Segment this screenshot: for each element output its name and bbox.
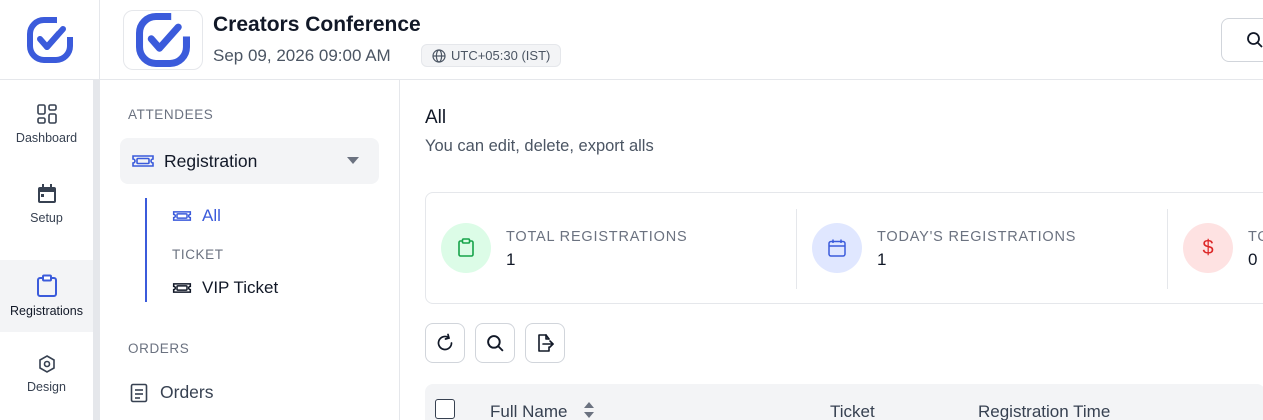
subnav-item-orders[interactable]: Orders: [130, 382, 213, 403]
event-logo: [123, 10, 203, 70]
tree-indicator: [145, 198, 147, 302]
app-rail: Dashboard Setup Registrations Design: [0, 0, 100, 420]
column-full-name[interactable]: Full Name: [490, 402, 567, 420]
subnav-item-vip-label: VIP Ticket: [202, 278, 279, 297]
clipboard-icon: [458, 238, 474, 257]
clipboard-icon: [36, 274, 57, 297]
design-icon: [38, 355, 55, 373]
registration-dropdown[interactable]: Registration: [120, 138, 379, 184]
stat-total-registrations: TOTAL REGISTRATIONS 1: [426, 193, 796, 303]
page-title: All: [425, 107, 447, 128]
rail-item-setup[interactable]: Setup: [0, 168, 93, 240]
stat-third: $ TO 0: [1168, 193, 1263, 303]
stat-total-label: TOTAL REGISTRATIONS: [506, 229, 688, 245]
page-subtitle: You can edit, delete, export alls: [425, 137, 654, 155]
search-button[interactable]: [475, 323, 515, 363]
event-title: Creators Conference: [213, 13, 421, 36]
globe-icon: [432, 48, 446, 63]
ticket-section-label: TICKET: [172, 247, 224, 262]
search-icon: [486, 334, 504, 352]
ticket-icon: [172, 211, 192, 221]
subnav-item-vip-ticket[interactable]: VIP Ticket: [172, 278, 278, 298]
stat-total-icon-wrap: [441, 223, 491, 273]
timezone-badge: UTC+05:30 (IST): [421, 44, 562, 67]
rail-label-design: Design: [27, 380, 66, 394]
stat-third-value: 0: [1248, 250, 1258, 269]
attendees-section-label: ATTENDEES: [128, 107, 214, 122]
main-content: All You can edit, delete, export alls TO…: [400, 80, 1263, 420]
sort-icon[interactable]: [583, 400, 595, 420]
refresh-icon: [437, 333, 453, 351]
export-icon: [538, 334, 554, 352]
column-registration-time[interactable]: Registration Time: [978, 402, 1110, 420]
document-icon: [130, 383, 148, 402]
rail-item-design[interactable]: Design: [0, 338, 93, 410]
subnav-item-all-label: All: [202, 206, 221, 225]
stat-third-icon-wrap: $: [1183, 223, 1233, 273]
subnav-item-all[interactable]: All: [172, 206, 221, 226]
stat-today-value: 1: [877, 250, 887, 269]
registration-subnav: ATTENDEES Registration All TICKET VIP Ti…: [100, 80, 400, 420]
rail-label-setup: Setup: [30, 211, 63, 225]
stat-today-registrations: TODAY'S REGISTRATIONS 1: [797, 193, 1167, 303]
calendar-icon: [828, 239, 846, 257]
rail-scrollbar[interactable]: [93, 80, 99, 420]
chevron-down-icon: [347, 157, 359, 164]
rail-label-dashboard: Dashboard: [15, 131, 78, 145]
orders-section-label: ORDERS: [128, 341, 190, 356]
brand-logo-icon: [26, 16, 73, 63]
rail-item-registrations[interactable]: Registrations: [0, 260, 93, 332]
column-ticket[interactable]: Ticket: [830, 402, 875, 420]
app-logo[interactable]: [0, 0, 99, 80]
event-logo-icon: [136, 13, 190, 67]
stats-card: TOTAL REGISTRATIONS 1 TODAY'S REGISTRATI…: [425, 192, 1263, 304]
rail-label-registrations: Registrations: [10, 304, 83, 318]
stat-total-value: 1: [506, 250, 516, 269]
registration-dropdown-label: Registration: [164, 150, 258, 171]
dashboard-icon: [36, 104, 57, 124]
refresh-button[interactable]: [425, 323, 465, 363]
dollar-icon: $: [1202, 236, 1214, 259]
subnav-item-orders-label: Orders: [160, 382, 214, 402]
ticket-icon: [132, 155, 154, 167]
stat-today-label: TODAY'S REGISTRATIONS: [877, 229, 1077, 245]
search-icon: [1247, 32, 1263, 48]
table-header: Full Name Ticket Registration Time: [425, 384, 1263, 420]
rail-item-dashboard[interactable]: Dashboard: [0, 88, 93, 160]
calendar-icon: [37, 184, 56, 203]
stat-third-label: TO: [1248, 229, 1263, 245]
event-date: Sep 09, 2026 09:00 AM: [213, 46, 391, 65]
event-header: Creators Conference Sep 09, 2026 09:00 A…: [100, 0, 1263, 80]
stat-today-icon-wrap: [812, 223, 862, 273]
select-all-checkbox[interactable]: [435, 399, 455, 419]
ticket-icon: [172, 283, 192, 293]
header-search[interactable]: [1221, 18, 1263, 62]
timezone-text: UTC+05:30 (IST): [451, 48, 551, 63]
export-button[interactable]: [525, 323, 565, 363]
